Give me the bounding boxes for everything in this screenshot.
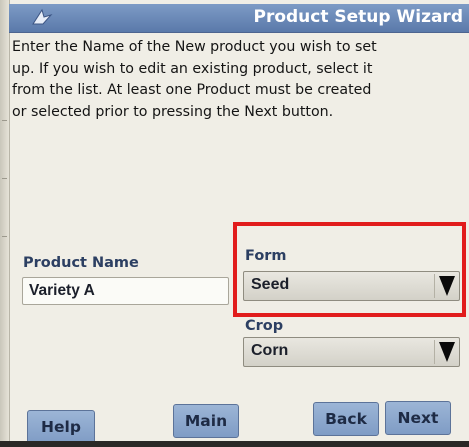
main-button[interactable]: Main (173, 404, 239, 438)
left-edge-strip (0, 0, 10, 447)
wizard-screen: Product Setup Wizard Enter the Name of t… (0, 0, 469, 447)
instruction-line: or selected prior to pressing the Next b… (12, 103, 334, 120)
strip-tick (2, 120, 7, 121)
product-name-field[interactable]: Variety A (22, 277, 229, 305)
screen-bottom-bezel (0, 441, 469, 447)
window-title: Product Setup Wizard (253, 7, 463, 27)
instruction-line: Enter the Name of the New product you wi… (12, 39, 377, 55)
title-bar: Product Setup Wizard (9, 4, 469, 33)
next-button[interactable]: Next (385, 401, 451, 435)
instruction-line: up. If you wish to edit an existing prod… (12, 60, 373, 77)
back-button[interactable]: Back (313, 402, 379, 436)
crop-dropdown[interactable]: Corn (243, 337, 460, 367)
product-name-label: Product Name (23, 255, 139, 271)
crop-label: Crop (245, 318, 284, 334)
help-button[interactable]: Help (27, 410, 95, 444)
form-highlight-box (233, 222, 466, 317)
instruction-line: from the list. At least one Product must… (12, 82, 372, 98)
dropdown-arrow-icon[interactable] (439, 342, 455, 362)
product-name-value: Variety A (29, 282, 95, 299)
strip-tick (2, 178, 7, 179)
crop-selected-value: Corn (251, 342, 289, 359)
wizard-arrow-icon (32, 8, 53, 25)
dropdown-separator (434, 340, 435, 364)
strip-tick (2, 236, 7, 237)
instructions-text: Enter the Name of the New product you wi… (12, 37, 464, 123)
